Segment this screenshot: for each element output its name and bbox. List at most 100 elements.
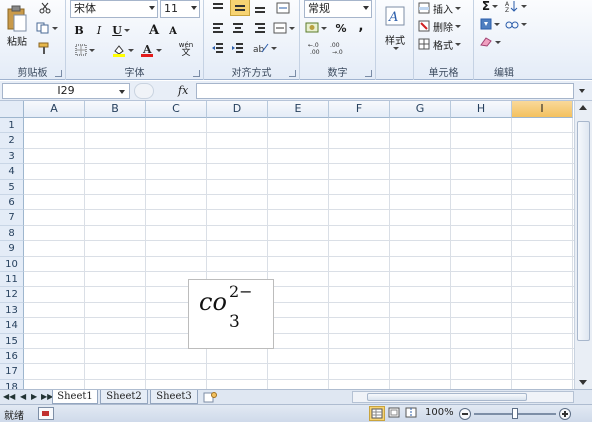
row-header-12[interactable]: 12 <box>0 287 24 303</box>
insert-button[interactable]: 插入 <box>418 0 470 16</box>
shrink-font-button[interactable]: A <box>166 24 180 38</box>
align-bottom-button[interactable] <box>252 0 268 16</box>
comma-button[interactable]: , <box>354 18 368 34</box>
fill-button[interactable] <box>478 16 502 32</box>
column-header-e[interactable]: E <box>268 101 329 118</box>
clipboard-launcher[interactable] <box>55 70 62 77</box>
row-header-17[interactable]: 17 <box>0 364 24 380</box>
row-header-2[interactable]: 2 <box>0 133 24 149</box>
row-header-3[interactable]: 3 <box>0 148 24 165</box>
row-header-1[interactable]: 1 <box>0 118 24 134</box>
wrap-text-button[interactable] <box>272 0 294 16</box>
zoom-out-button[interactable] <box>459 408 471 420</box>
horizontal-scrollbar[interactable] <box>352 391 574 403</box>
formula-input[interactable] <box>196 83 574 99</box>
first-sheet-button[interactable]: ◀◀ <box>3 392 15 401</box>
font-launcher[interactable] <box>193 70 200 77</box>
zoom-slider-thumb[interactable] <box>512 408 518 419</box>
row-header-6[interactable]: 6 <box>0 195 24 211</box>
font-size-select[interactable]: 11 <box>160 0 200 18</box>
row-header-8[interactable]: 8 <box>0 225 24 242</box>
column-header-d[interactable]: D <box>207 101 268 118</box>
orientation-button[interactable]: ab <box>252 40 278 56</box>
row-header-16[interactable]: 16 <box>0 349 24 365</box>
select-all-button[interactable] <box>0 101 24 118</box>
column-header-c[interactable]: C <box>146 101 207 118</box>
row-header-7[interactable]: 7 <box>0 210 24 226</box>
decrease-decimal-button[interactable]: .00 →.0 <box>328 40 348 56</box>
macro-record-button[interactable] <box>38 407 54 420</box>
grow-font-button[interactable]: A <box>146 22 162 38</box>
autosum-button[interactable]: Σ <box>478 0 502 14</box>
number-launcher[interactable] <box>365 70 372 77</box>
paste-button[interactable]: 粘贴 <box>2 0 32 52</box>
column-header-h[interactable]: H <box>451 101 512 118</box>
prev-sheet-button[interactable]: ◀ <box>20 392 26 401</box>
format-button[interactable]: 格式 <box>418 36 470 52</box>
italic-button[interactable]: I <box>92 22 106 38</box>
name-box[interactable]: I29 <box>2 83 130 99</box>
row-header-5[interactable]: 5 <box>0 179 24 195</box>
expand-formula-button[interactable] <box>576 85 588 97</box>
copy-button[interactable] <box>36 20 58 36</box>
vertical-scrollbar[interactable] <box>574 101 592 389</box>
insert-sheet-button[interactable] <box>200 390 220 404</box>
row-header-10[interactable]: 10 <box>0 256 24 272</box>
find-select-button[interactable] <box>504 16 528 32</box>
decrease-indent-button[interactable] <box>210 40 226 56</box>
scroll-up-button[interactable] <box>579 105 587 110</box>
alignment-launcher[interactable] <box>289 70 296 77</box>
styles-button[interactable]: A 样式 <box>378 0 412 56</box>
increase-indent-button[interactable] <box>230 40 246 56</box>
row-header-18[interactable]: 18 <box>0 379 24 389</box>
fill-color-button[interactable] <box>110 42 136 58</box>
align-right-button[interactable] <box>252 20 268 36</box>
sheet-tab-2[interactable]: Sheet2 <box>100 390 148 404</box>
row-header-13[interactable]: 13 <box>0 302 24 319</box>
column-header-f[interactable]: F <box>329 101 390 118</box>
clear-button[interactable] <box>478 34 502 50</box>
zoom-in-button[interactable] <box>559 408 571 420</box>
align-center-button[interactable] <box>230 20 246 36</box>
sheet-tab-3[interactable]: Sheet3 <box>150 390 198 404</box>
phonetic-button[interactable]: wén 文 <box>172 40 200 58</box>
vertical-scroll-thumb[interactable] <box>577 121 590 341</box>
worksheet-grid[interactable]: ABCDEFGHI 1 2 3 4 5 6 7 8 9 10 11 12 13 14 15 16 17 18 co… <box>0 101 574 389</box>
font-name-select[interactable]: 宋体 <box>70 0 158 18</box>
align-middle-button[interactable] <box>230 0 250 16</box>
percent-button[interactable]: % <box>334 20 348 36</box>
row-header-9[interactable]: 9 <box>0 241 24 257</box>
increase-decimal-button[interactable]: ←.0.00 <box>306 40 326 56</box>
merge-center-button[interactable] <box>272 20 296 36</box>
align-left-button[interactable] <box>210 20 226 36</box>
underline-button[interactable]: U <box>110 22 132 38</box>
cut-button[interactable] <box>36 0 54 16</box>
sort-filter-button[interactable]: AZ <box>504 0 528 14</box>
row-header-14[interactable]: 14 <box>0 318 24 334</box>
column-header-b[interactable]: B <box>85 101 146 118</box>
accounting-button[interactable] <box>304 20 328 36</box>
equation-object[interactable]: co 3 2− <box>188 279 274 349</box>
border-button[interactable] <box>72 42 98 58</box>
sheet-tab-1[interactable]: Sheet1 <box>52 390 98 404</box>
scroll-down-button[interactable] <box>579 380 587 385</box>
format-painter-button[interactable] <box>36 40 54 56</box>
horizontal-scroll-thumb[interactable] <box>367 393 527 401</box>
font-color-button[interactable]: A <box>138 42 164 58</box>
row-header-4[interactable]: 4 <box>0 164 24 180</box>
bold-button[interactable]: B <box>72 22 86 38</box>
column-header-g[interactable]: G <box>390 101 451 118</box>
normal-view-button[interactable] <box>369 406 385 421</box>
align-top-button[interactable] <box>210 0 226 16</box>
insert-function-button[interactable]: fx <box>178 84 188 97</box>
row-header-15[interactable]: 15 <box>0 333 24 349</box>
page-break-button[interactable] <box>404 406 420 421</box>
column-header-a[interactable]: A <box>24 101 85 118</box>
row-header-11[interactable]: 11 <box>0 272 24 288</box>
number-format-select[interactable]: 常规 <box>304 0 372 18</box>
next-sheet-button[interactable]: ▶ <box>31 392 37 401</box>
page-layout-button[interactable] <box>387 406 403 421</box>
zoom-level[interactable]: 100% <box>425 407 454 418</box>
delete-button[interactable]: 删除 <box>418 18 470 34</box>
column-header-i[interactable]: I <box>512 101 573 118</box>
